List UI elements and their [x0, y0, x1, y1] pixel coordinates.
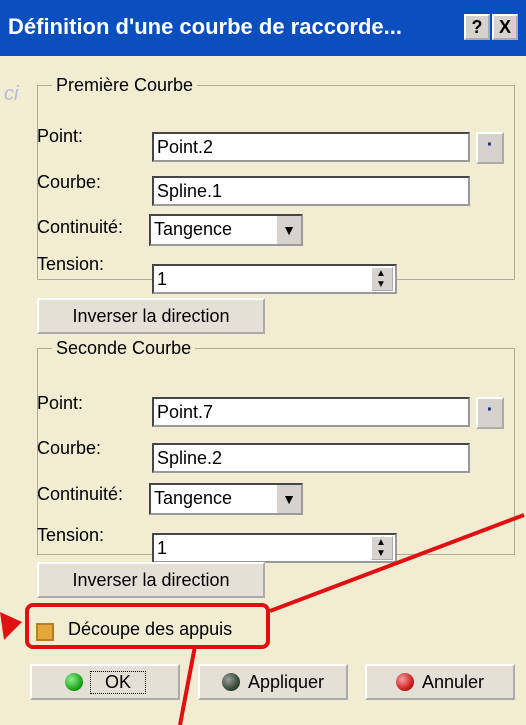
arrow-line-down — [178, 645, 197, 725]
dialog-window: Définition d'une courbe de raccorde... ?… — [0, 0, 526, 725]
annotation-arrows — [0, 513, 525, 725]
arrow-head-left — [0, 612, 22, 640]
arrow-line-right — [269, 513, 525, 613]
